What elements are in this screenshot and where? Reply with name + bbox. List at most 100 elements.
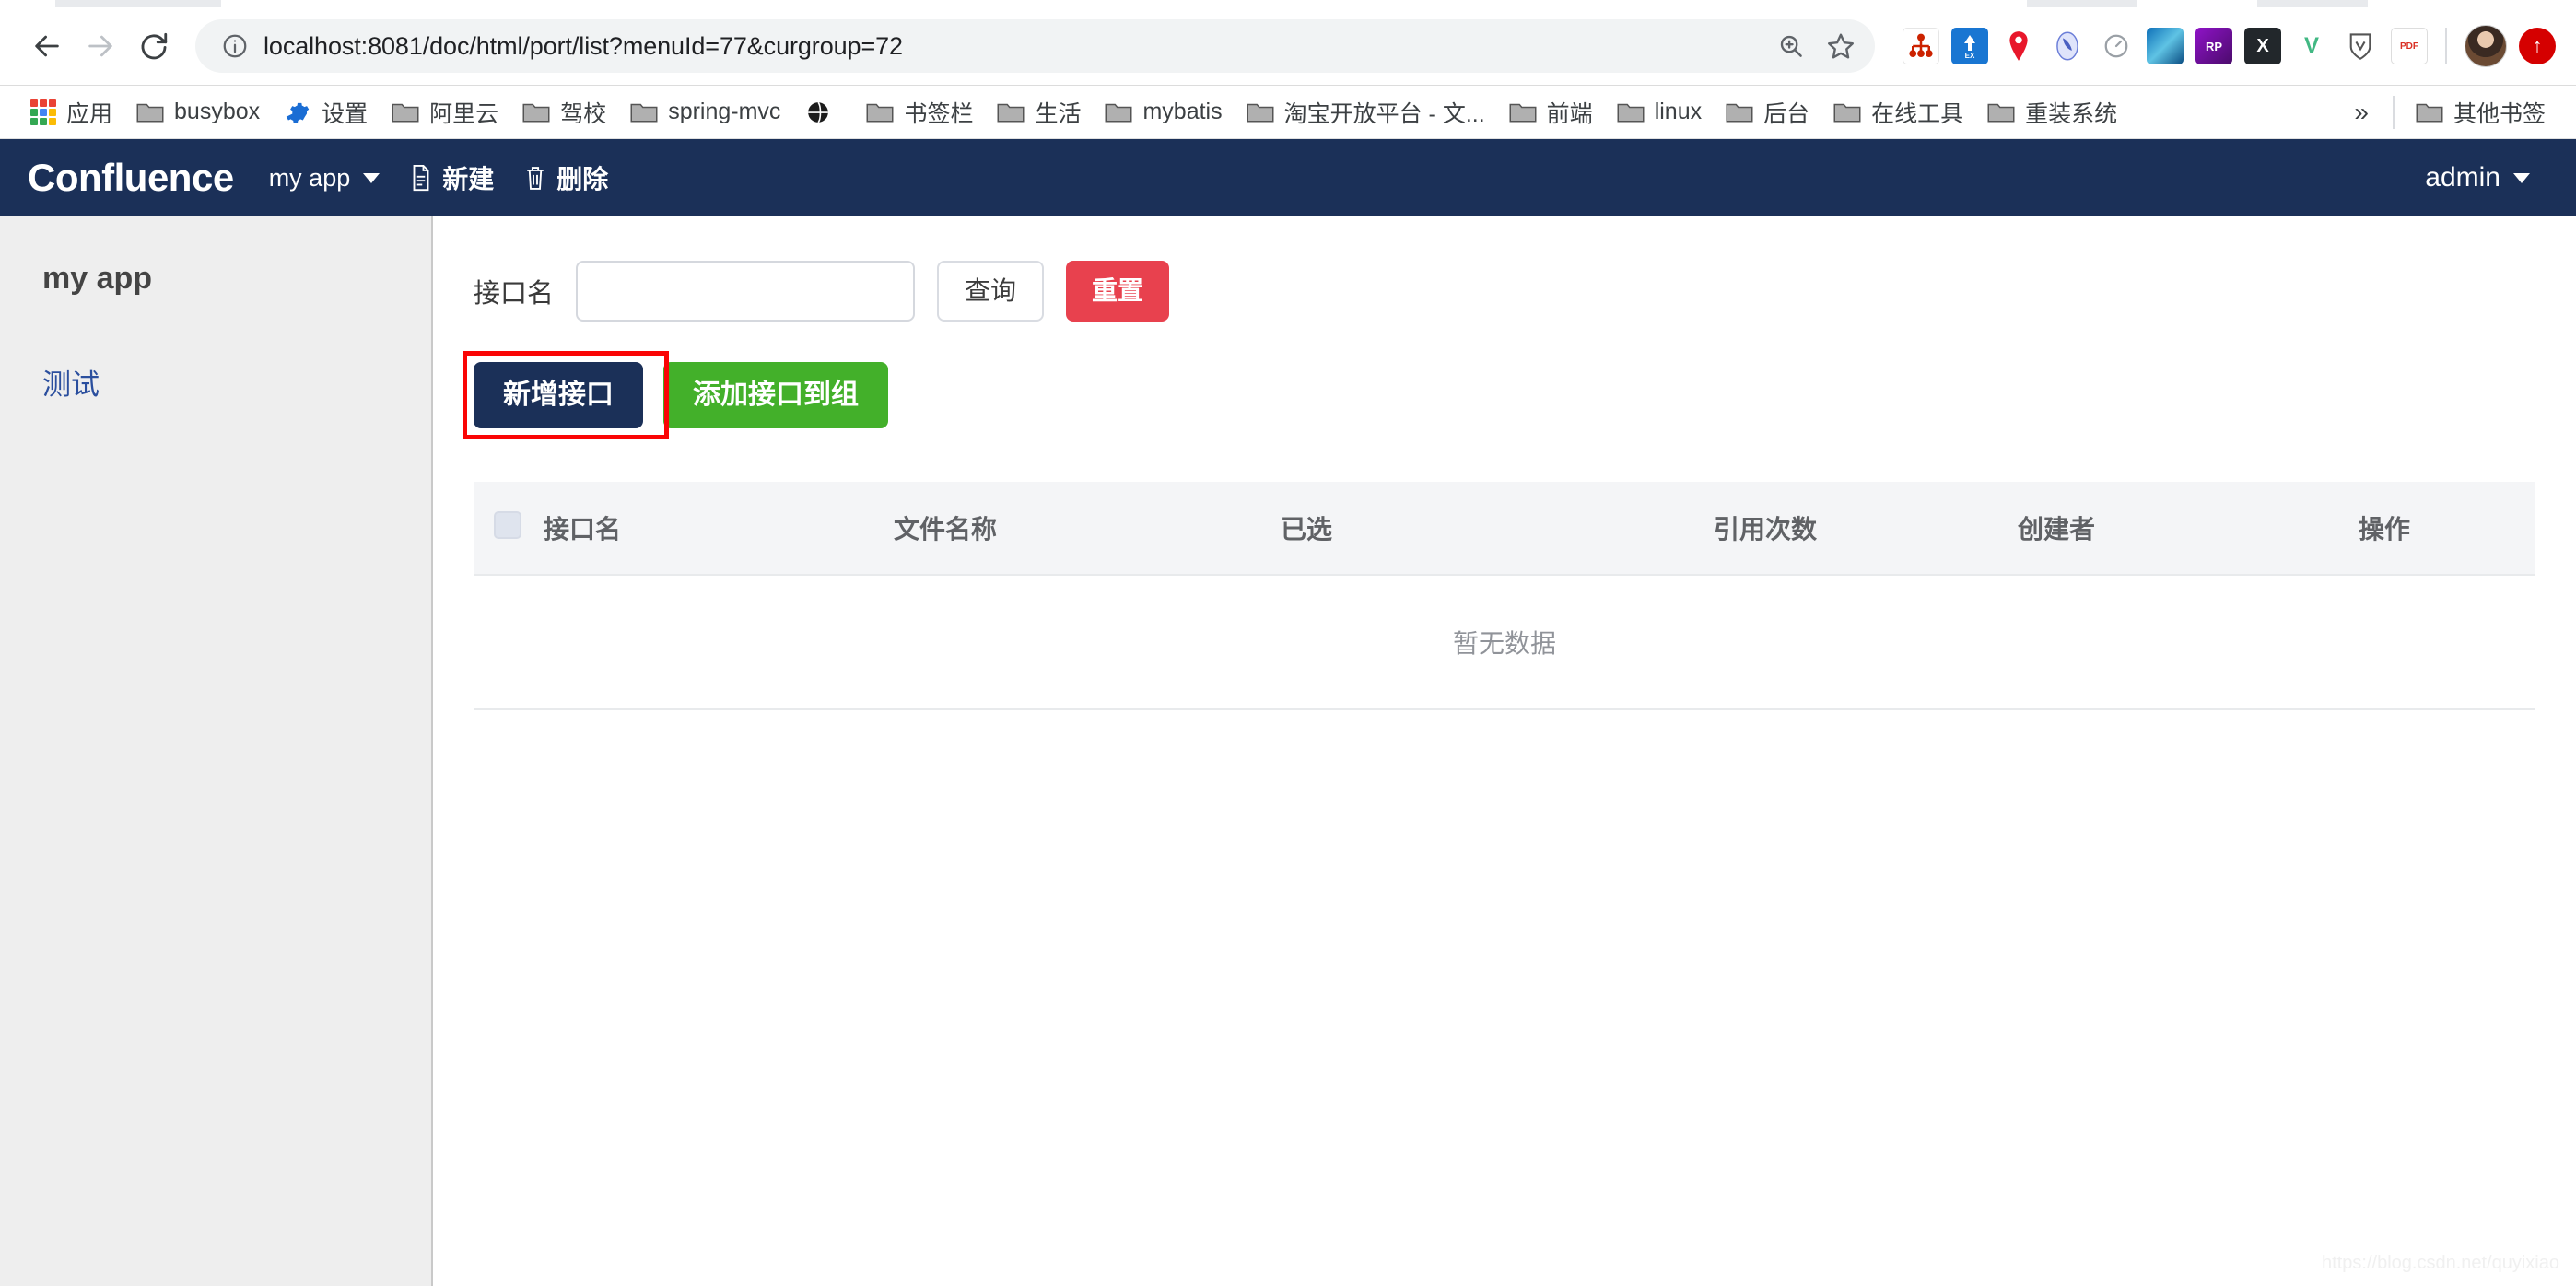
column-selected[interactable]: 已选 bbox=[1281, 482, 1714, 576]
bookmark-label: 后台 bbox=[1763, 100, 1810, 127]
folder-icon bbox=[1247, 103, 1274, 122]
bookmark-label: 设置 bbox=[322, 100, 369, 127]
reload-button[interactable] bbox=[127, 19, 181, 73]
info-circle-icon[interactable] bbox=[219, 30, 251, 62]
select-all-header bbox=[474, 482, 544, 576]
back-button[interactable] bbox=[20, 19, 74, 73]
browser-tab[interactable] bbox=[2027, 0, 2137, 7]
ex-uploader-extension-icon[interactable]: EX bbox=[1951, 28, 1988, 64]
toolbar-divider bbox=[2445, 28, 2447, 64]
forward-button[interactable] bbox=[74, 19, 127, 73]
bookmark-label: linux bbox=[1654, 99, 1703, 124]
folder-icon bbox=[1617, 103, 1645, 122]
user-menu-label: admin bbox=[2425, 162, 2500, 193]
update-arrow-icon[interactable]: ↑ bbox=[2519, 28, 2556, 64]
sidebar-item-test[interactable]: 测试 bbox=[42, 361, 431, 403]
speedometer-extension-icon[interactable] bbox=[2098, 28, 2135, 64]
bookmark-busybox[interactable]: busybox bbox=[124, 92, 272, 133]
interface-table: 接口名 文件名称 已选 引用次数 创建者 操作 暂无数据 bbox=[474, 482, 2535, 710]
svg-text:EX: EX bbox=[1965, 52, 1975, 60]
bookmarks-bar: 应用 busybox 设置 阿里云 驾校 spring-mvc 书签栏 生活 m… bbox=[0, 86, 2576, 139]
bookmark-label: 书签栏 bbox=[904, 100, 974, 127]
app-header: Confluence my app 新建 删除 admin bbox=[0, 139, 2576, 216]
column-reference-count[interactable]: 引用次数 bbox=[1714, 482, 2018, 576]
reset-button[interactable]: 重置 bbox=[1066, 261, 1170, 322]
bookmark-backend[interactable]: 后台 bbox=[1714, 92, 1821, 133]
bookmark-label: 驾校 bbox=[560, 100, 607, 127]
image-viewer-extension-icon[interactable] bbox=[2147, 28, 2184, 64]
pdfjs-extension-icon[interactable]: PDF bbox=[2391, 28, 2428, 64]
new-button-label: 新建 bbox=[442, 165, 495, 193]
delete-button[interactable]: 删除 bbox=[509, 150, 623, 205]
folder-icon bbox=[1105, 103, 1132, 122]
interface-name-input[interactable] bbox=[576, 261, 916, 322]
axure-rp-extension-icon[interactable]: RP bbox=[2195, 28, 2232, 64]
avatar[interactable] bbox=[2465, 25, 2507, 67]
column-creator[interactable]: 创建者 bbox=[2018, 482, 2359, 576]
bookmark-label: spring-mvc bbox=[668, 99, 781, 124]
bookmark-frontend[interactable]: 前端 bbox=[1497, 92, 1605, 133]
bookmark-apps[interactable]: 应用 bbox=[18, 92, 124, 133]
browser-tab[interactable] bbox=[2257, 0, 2368, 7]
column-actions[interactable]: 操作 bbox=[2359, 482, 2535, 576]
sidebar-title: my app bbox=[42, 261, 153, 296]
bookmark-life[interactable]: 生活 bbox=[985, 92, 1093, 133]
sidebar: my app 测试 bbox=[0, 216, 433, 1286]
document-icon bbox=[413, 164, 429, 192]
folder-icon bbox=[136, 103, 164, 122]
action-buttons: 新增接口 添加接口到组 bbox=[463, 351, 2535, 439]
add-interface-to-group-button[interactable]: 添加接口到组 bbox=[663, 362, 888, 428]
bookmark-taobao-open-platform[interactable]: 淘宝开放平台 - 文... bbox=[1235, 92, 1497, 133]
chevron-down-icon bbox=[2513, 172, 2530, 183]
table-body: 暂无数据 bbox=[474, 575, 2535, 710]
x-extension-icon[interactable]: X bbox=[2244, 28, 2281, 64]
browser-tab[interactable] bbox=[55, 0, 221, 7]
table-header-row: 接口名 文件名称 已选 引用次数 创建者 操作 bbox=[474, 482, 2535, 576]
chevron-down-icon bbox=[363, 172, 381, 183]
bookmark-online-tools[interactable]: 在线工具 bbox=[1821, 92, 1975, 133]
column-file-name[interactable]: 文件名称 bbox=[894, 482, 1281, 576]
bookmark-mybatis[interactable]: mybatis bbox=[1093, 92, 1234, 133]
bookmark-driving-school[interactable]: 驾校 bbox=[510, 92, 618, 133]
bookmark-label: busybox bbox=[174, 99, 261, 124]
bookmark-settings[interactable]: 设置 bbox=[272, 92, 380, 133]
sitemap-extension-icon[interactable] bbox=[1903, 28, 1939, 64]
vue-devtools-extension-icon[interactable]: V bbox=[2293, 28, 2330, 64]
bookmark-reinstall-system[interactable]: 重装系统 bbox=[1975, 92, 2129, 133]
column-interface-name[interactable]: 接口名 bbox=[544, 482, 894, 576]
bird-browser-extension-icon[interactable] bbox=[2049, 28, 2086, 64]
app-body: my app 测试 接口名 查询 重置 新增接口 添加接口到组 接口名 文件名称 bbox=[0, 216, 2576, 1286]
address-bar[interactable]: localhost:8081/doc/html/port/list?menuId… bbox=[195, 19, 1875, 73]
browser-toolbar: localhost:8081/doc/html/port/list?menuId… bbox=[0, 7, 2576, 85]
bookmark-label: 重装系统 bbox=[2025, 100, 2118, 127]
delete-button-label: 删除 bbox=[556, 165, 609, 193]
app-selector[interactable]: my app bbox=[254, 150, 395, 205]
vimium-extension-icon[interactable] bbox=[2342, 28, 2379, 64]
folder-icon bbox=[866, 103, 894, 122]
location-pin-extension-icon[interactable] bbox=[2000, 28, 2037, 64]
browser-chrome: localhost:8081/doc/html/port/list?menuId… bbox=[0, 0, 2576, 86]
search-form: 接口名 查询 重置 bbox=[474, 261, 2535, 322]
bookmark-other-bookmarks[interactable]: 其他书签 bbox=[2404, 92, 2558, 133]
bookmark-linux[interactable]: linux bbox=[1605, 92, 1714, 133]
user-menu[interactable]: admin bbox=[2410, 150, 2545, 205]
interface-name-label: 接口名 bbox=[474, 279, 555, 309]
add-interface-button[interactable]: 新增接口 bbox=[474, 362, 643, 428]
bookmark-label: mybatis bbox=[1142, 99, 1223, 124]
confluence-logo[interactable]: Confluence bbox=[28, 156, 254, 200]
bookmark-label: 前端 bbox=[1546, 100, 1593, 127]
folder-icon bbox=[522, 103, 550, 122]
query-button[interactable]: 查询 bbox=[937, 261, 1045, 322]
bookmark-bookmarks-bar-folder[interactable]: 书签栏 bbox=[854, 92, 985, 133]
bookmark-aliyun[interactable]: 阿里云 bbox=[380, 92, 510, 133]
bookmark-spring-mvc[interactable]: spring-mvc bbox=[618, 92, 792, 133]
table-header: 接口名 文件名称 已选 引用次数 创建者 操作 bbox=[474, 482, 2535, 576]
bookmarks-overflow-button[interactable]: » bbox=[2339, 98, 2383, 127]
new-button[interactable]: 新建 bbox=[394, 150, 509, 205]
zoom-in-icon[interactable] bbox=[1774, 29, 1809, 64]
star-icon[interactable] bbox=[1823, 29, 1858, 64]
select-all-checkbox[interactable] bbox=[494, 510, 521, 539]
bookmark-globe[interactable] bbox=[792, 92, 854, 133]
bookmark-label: 在线工具 bbox=[1871, 100, 1964, 127]
bookmarks-divider bbox=[2392, 95, 2395, 129]
